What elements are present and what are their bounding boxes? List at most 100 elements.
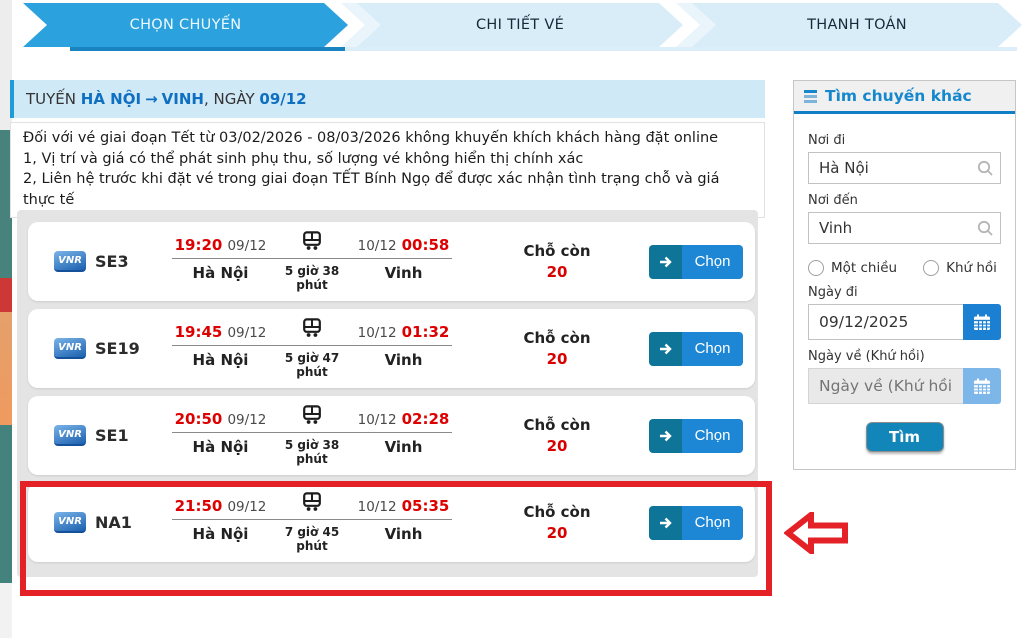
destination-station: Vinh bbox=[355, 525, 452, 543]
search-icon bbox=[977, 220, 993, 240]
arrow-right-icon bbox=[649, 419, 682, 453]
seats-label: Chỗ còn bbox=[492, 328, 622, 349]
route-date: 09/12 bbox=[259, 90, 306, 108]
departure-date: 09/12 bbox=[227, 238, 266, 254]
select-train-button[interactable]: Chọn bbox=[649, 245, 743, 279]
select-train-button[interactable]: Chọn bbox=[649, 506, 743, 540]
select-button-label: Chọn bbox=[682, 419, 743, 453]
select-train-button[interactable]: Chọn bbox=[649, 419, 743, 453]
highlight-annotation-arrow-icon bbox=[784, 512, 850, 554]
calendar-button-disabled[interactable] bbox=[963, 368, 1001, 404]
train-identity: VNR SE19 bbox=[54, 338, 172, 359]
route-header: TUYẾN HÀ NỘI → VINH , NGÀY 09/12 bbox=[10, 80, 765, 118]
destination-input[interactable] bbox=[808, 212, 1001, 244]
arrow-right-icon bbox=[649, 245, 682, 279]
origin-input[interactable] bbox=[808, 152, 1001, 184]
radio-circle-icon bbox=[808, 260, 824, 276]
one-way-radio[interactable]: Một chiều bbox=[808, 260, 897, 276]
tab-thanh-toan[interactable]: THANH TOÁN bbox=[692, 3, 1022, 47]
arrow-right-icon bbox=[649, 506, 682, 540]
train-row-se19: VNR SE19 19:45 09/12 10/12 01:32 Hà Nội … bbox=[28, 309, 755, 388]
calendar-button[interactable] bbox=[963, 304, 1001, 340]
train-name: SE19 bbox=[95, 339, 140, 358]
calendar-icon bbox=[973, 378, 991, 395]
train-name: NA1 bbox=[95, 513, 132, 532]
route-arrow-icon: → bbox=[141, 90, 162, 108]
departure-time: 19:20 bbox=[175, 236, 223, 254]
vnr-logo-icon: VNR bbox=[54, 425, 86, 446]
list-icon bbox=[804, 90, 817, 103]
seats-label: Chỗ còn bbox=[492, 241, 622, 262]
select-train-button[interactable]: Chọn bbox=[649, 332, 743, 366]
origin-station: Hà Nội bbox=[172, 264, 269, 282]
notice-line-1: Đối với vé giai đoạn Tết từ 03/02/2026 -… bbox=[23, 128, 752, 149]
arrival-time: 01:32 bbox=[402, 323, 450, 341]
select-button-label: Chọn bbox=[682, 332, 743, 366]
arrival-date: 10/12 bbox=[358, 412, 397, 428]
active-tab-underline bbox=[70, 47, 345, 51]
origin-station: Hà Nội bbox=[172, 438, 269, 456]
train-row-se1: VNR SE1 20:50 09/12 10/12 02:28 Hà Nội 5… bbox=[28, 396, 755, 475]
departure-date: 09/12 bbox=[227, 325, 266, 341]
notice-line-2: 1, Vị trí và giá có thể phát sinh phụ th… bbox=[23, 149, 752, 170]
seats-label: Chỗ còn bbox=[492, 502, 622, 523]
vnr-logo-icon: VNR bbox=[54, 338, 86, 359]
departure-date: 09/12 bbox=[227, 499, 266, 515]
trip-duration: 7 giờ 45 phút bbox=[269, 525, 355, 553]
vnr-logo-icon: VNR bbox=[54, 512, 86, 533]
depart-date-input[interactable] bbox=[808, 304, 963, 340]
radio-circle-icon bbox=[923, 260, 939, 276]
round-trip-radio[interactable]: Khứ hồi bbox=[923, 260, 997, 276]
vnr-logo-icon: VNR bbox=[54, 251, 86, 272]
seats-count: 20 bbox=[492, 436, 622, 457]
journey-info: 19:45 09/12 10/12 01:32 Hà Nội 5 giờ 47 … bbox=[172, 318, 452, 379]
notice-line-3: 2, Liên hệ trước khi đặt vé trong giai đ… bbox=[23, 169, 752, 210]
departure-date: 09/12 bbox=[227, 412, 266, 428]
arrival-date: 10/12 bbox=[358, 325, 397, 341]
seats-count: 20 bbox=[492, 349, 622, 370]
train-name: SE3 bbox=[95, 252, 129, 271]
train-icon bbox=[269, 405, 355, 428]
journey-info: 20:50 09/12 10/12 02:28 Hà Nội 5 giờ 38 … bbox=[172, 405, 452, 466]
route-from: HÀ NỘI bbox=[81, 90, 141, 108]
arrival-time: 00:58 bbox=[402, 236, 450, 254]
tab-underline bbox=[345, 47, 1017, 51]
route-day-label: , NGÀY bbox=[204, 90, 255, 108]
seats-count: 20 bbox=[492, 523, 622, 544]
train-icon bbox=[269, 492, 355, 515]
origin-station: Hà Nội bbox=[172, 525, 269, 543]
arrival-date: 10/12 bbox=[358, 499, 397, 515]
return-date-input[interactable] bbox=[808, 368, 963, 404]
select-button-label: Chọn bbox=[682, 245, 743, 279]
destination-station: Vinh bbox=[355, 351, 452, 369]
departure-time: 19:45 bbox=[175, 323, 223, 341]
train-identity: VNR NA1 bbox=[54, 512, 172, 533]
seats-label: Chỗ còn bbox=[492, 415, 622, 436]
train-identity: VNR SE1 bbox=[54, 425, 172, 446]
seats-remaining: Chỗ còn 20 bbox=[492, 241, 622, 283]
seats-remaining: Chỗ còn 20 bbox=[492, 328, 622, 370]
trip-duration: 5 giờ 47 phút bbox=[269, 351, 355, 379]
tab-chi-tiet-ve[interactable]: CHI TIẾT VÉ bbox=[357, 3, 683, 47]
one-way-label: Một chiều bbox=[831, 260, 897, 276]
train-row-na1: VNR NA1 21:50 09/12 10/12 05:35 Hà Nội 7… bbox=[28, 483, 755, 562]
arrival-date: 10/12 bbox=[358, 238, 397, 254]
route-to: VINH bbox=[162, 90, 204, 108]
trip-duration: 5 giờ 38 phút bbox=[269, 438, 355, 466]
destination-station: Vinh bbox=[355, 438, 452, 456]
depart-date-label: Ngày đi bbox=[808, 285, 1001, 300]
calendar-icon bbox=[973, 314, 991, 331]
train-row-se3: VNR SE3 19:20 09/12 10/12 00:58 Hà Nội 5… bbox=[28, 222, 755, 301]
train-icon bbox=[269, 318, 355, 341]
tet-notice: Đối với vé giai đoạn Tết từ 03/02/2026 -… bbox=[10, 122, 765, 218]
tab-chon-chuyen[interactable]: CHỌN CHUYẾN bbox=[23, 3, 348, 47]
seats-remaining: Chỗ còn 20 bbox=[492, 502, 622, 544]
seats-remaining: Chỗ còn 20 bbox=[492, 415, 622, 457]
train-name: SE1 bbox=[95, 426, 129, 445]
origin-label: Nơi đi bbox=[808, 133, 1001, 148]
journey-info: 21:50 09/12 10/12 05:35 Hà Nội 7 giờ 45 … bbox=[172, 492, 452, 553]
departure-time: 21:50 bbox=[175, 497, 223, 515]
origin-station: Hà Nội bbox=[172, 351, 269, 369]
return-date-label: Ngày về (Khứ hồi) bbox=[808, 349, 1001, 364]
find-button[interactable]: Tìm bbox=[866, 422, 944, 452]
